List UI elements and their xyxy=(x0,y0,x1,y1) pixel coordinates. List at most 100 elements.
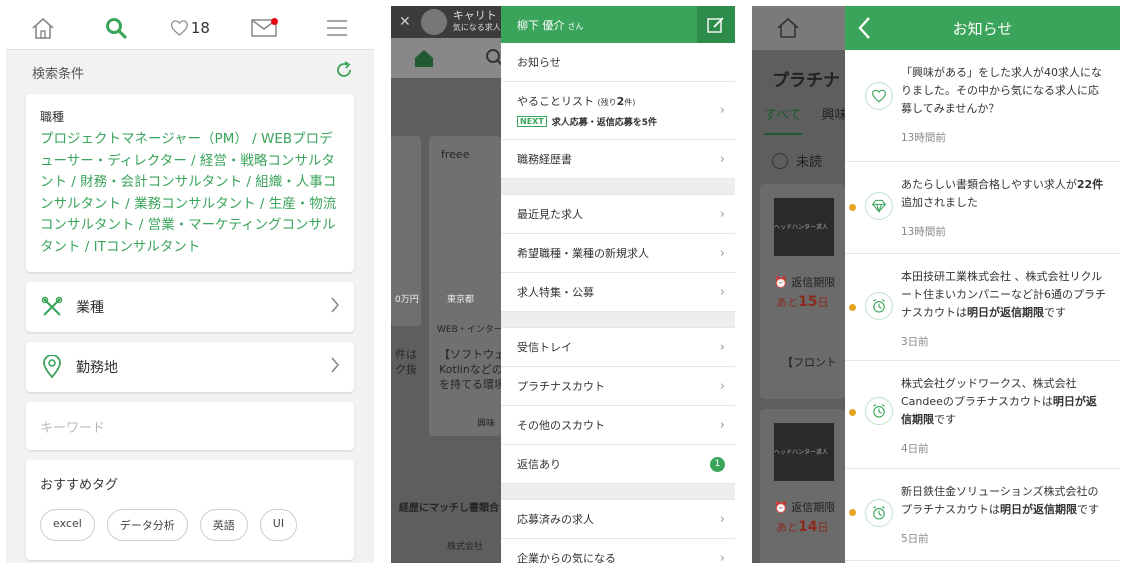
menu-icon[interactable] xyxy=(317,13,357,43)
menu-label: 職務経歴書 xyxy=(517,153,572,166)
bg-deadline-days: あと14日 xyxy=(776,519,845,535)
search-conditions-screen: 18 検索条件 職種 プロジェクトマネージャー（PM） / WEBプロデューサー… xyxy=(6,6,374,563)
tag-chip[interactable]: 英語 xyxy=(199,509,248,541)
notice-text-part: です xyxy=(934,413,956,426)
deadline-prefix: あと xyxy=(776,296,798,309)
heart-icon xyxy=(865,82,893,110)
bg-thumb-label: ヘッドハンター求人 xyxy=(774,449,829,456)
menu-item-features[interactable]: 求人特集・公募 › xyxy=(501,273,735,312)
menu-item-replied[interactable]: 返信あり 1 xyxy=(501,445,735,484)
top-nav-bar: 18 xyxy=(6,6,374,50)
todo-remaining-prefix: (残り xyxy=(597,98,617,107)
chevron-right-icon: › xyxy=(719,245,725,261)
close-icon[interactable]: ✕ xyxy=(399,14,411,30)
back-icon[interactable] xyxy=(857,16,871,44)
bg-unread-filter: 未読 xyxy=(772,151,822,170)
job-type-value: プロジェクトマネージャー（PM） / WEBプロデューサー・ディレクター / 経… xyxy=(40,131,337,255)
chevron-right-icon: › xyxy=(719,284,725,300)
alarm-icon xyxy=(865,397,893,425)
notice-text: 新日鉄住金ソリューションズ株式会社のプラチナスカウトは明日が返信期限です xyxy=(901,483,1106,519)
deadline-days: 14 xyxy=(798,519,818,535)
menu-item-todo[interactable]: やることリスト (残り2件) NEXT 求人応募・返信応募を5件 › xyxy=(501,82,735,140)
alarm-icon xyxy=(865,292,893,320)
notice-item[interactable]: 本田技研工業株式会社 、株式会社リクルート住まいカンパニーなど計6通のプラチナス… xyxy=(845,254,1120,361)
menu-label: 最近見た求人 xyxy=(517,208,583,221)
notice-text: 「興味がある」をした求人が40求人になりました。その中から気になる求人に応募して… xyxy=(901,66,1102,115)
menu-item-recent-jobs[interactable]: 最近見た求人 › xyxy=(501,195,735,234)
menu-item-resume[interactable]: 職務経歴書 › xyxy=(501,140,735,179)
favorites-count: 18 xyxy=(190,18,210,37)
menu-item-new-jobs[interactable]: 希望職種・業種の新規求人 › xyxy=(501,234,735,273)
bg-scout-card: ヘッドハンター求人 ⏰ 返信期限 あと15日 【フロント xyxy=(760,184,845,399)
search-conditions-label: 検索条件 xyxy=(32,66,85,82)
industry-label: 業種 xyxy=(76,300,104,316)
deadline-suffix: 日 xyxy=(817,521,829,534)
search-icon[interactable] xyxy=(96,13,136,43)
bg-app-name: キャリト xyxy=(452,9,497,22)
bg-tile-salary: 0万円 xyxy=(395,295,419,305)
menu-item-company-interest[interactable]: 企業からの気になる › xyxy=(501,539,735,564)
bg-tab-all: すべて xyxy=(764,104,802,135)
unread-dot xyxy=(849,509,856,516)
chevron-right-icon: › xyxy=(719,151,725,167)
deadline-days: 15 xyxy=(798,294,818,310)
industry-row[interactable]: 業種 xyxy=(26,282,354,332)
chevron-right-icon xyxy=(330,297,340,317)
menu-item-platinum-scout[interactable]: プラチナスカウト › xyxy=(501,367,735,406)
bg-app-sub: 気になる求人 xyxy=(452,23,501,32)
next-badge: NEXT xyxy=(517,116,547,127)
menu-item-other-scout[interactable]: その他のスカウト › xyxy=(501,406,735,445)
search-conditions-header: 検索条件 xyxy=(6,50,374,94)
bg-tile-location: 東京都 xyxy=(447,295,475,305)
section-divider xyxy=(501,484,735,500)
home-icon xyxy=(415,50,433,67)
edit-icon[interactable] xyxy=(697,6,735,43)
notice-item[interactable]: 株式会社グッドワークス、株式会社Candeeのプラチナスカウトは明日が返信期限で… xyxy=(845,361,1120,469)
app-logo xyxy=(420,9,447,35)
menu-label: 応募済みの求人 xyxy=(517,513,594,526)
menu-item-inbox[interactable]: 受信トレイ › xyxy=(501,328,735,367)
bg-scout-card: ヘッドハンター求人 ⏰ 返信期限 あと14日 xyxy=(760,409,845,563)
menu-label: 返信あり xyxy=(517,458,561,471)
favorites-button[interactable]: 18 xyxy=(170,13,210,43)
menu-item-applied[interactable]: 応募済みの求人 › xyxy=(501,500,735,539)
tools-icon xyxy=(40,295,64,319)
notice-time: 13時間前 xyxy=(901,226,946,238)
bg-page-title: プラチナ xyxy=(772,71,840,91)
user-name: 柳下 優介 xyxy=(517,18,565,32)
replied-count-badge: 1 xyxy=(710,456,725,472)
location-row[interactable]: 勤務地 xyxy=(26,342,354,392)
menu-item-notices[interactable]: お知らせ xyxy=(501,43,735,82)
tag-chip[interactable]: UI xyxy=(259,509,298,541)
unread-dot xyxy=(849,204,856,211)
home-icon[interactable] xyxy=(23,13,63,43)
radio-icon xyxy=(772,152,788,169)
job-type-label: 職種 xyxy=(40,110,65,124)
refresh-icon[interactable] xyxy=(334,60,354,84)
job-type-card[interactable]: 職種 プロジェクトマネージャー（PM） / WEBプロデューサー・ディレクター … xyxy=(26,94,354,272)
bg-company-text: 株式会社 xyxy=(447,542,484,552)
unread-dot xyxy=(849,304,856,311)
chevron-right-icon: › xyxy=(719,550,725,564)
notice-item[interactable]: あたらしい書類合格しやすい求人が22件 追加されました 13時間前 xyxy=(845,162,1120,254)
bg-card-text: 【フロント xyxy=(782,356,837,369)
section-divider xyxy=(501,312,735,328)
notice-item[interactable]: 「興味がある」をした求人が40求人になりました。その中から気になる求人に応募して… xyxy=(845,50,1120,162)
tag-chip[interactable]: データ分析 xyxy=(106,509,188,541)
notice-text: あたらしい書類合格しやすい求人が22件 追加されました xyxy=(901,176,1106,212)
bg-tile-text: 【ソフトウェ xyxy=(439,348,505,361)
notices-screen: プラチナ すべて 興味 未読 ヘッドハンター求人 ⏰ 返信期限 あと15日 【フ… xyxy=(752,6,1120,563)
notification-dot xyxy=(270,17,278,25)
notices-panel: お知らせ 「興味がある」をした求人が40求人になりました。その中から気になる求人… xyxy=(845,6,1120,563)
notice-item[interactable]: 新日鉄住金ソリューションズ株式会社のプラチナスカウトは明日が返信期限です 5日前 xyxy=(845,469,1120,561)
notice-text: 本田技研工業株式会社 、株式会社リクルート住まいカンパニーなど計6通のプラチナス… xyxy=(901,268,1106,322)
tag-chip[interactable]: excel xyxy=(40,509,95,541)
menu-label: 求人特集・公募 xyxy=(517,286,594,299)
bg-deadline: ⏰ 返信期限 xyxy=(774,501,836,514)
chevron-right-icon xyxy=(330,357,340,377)
notice-text-part: 株式会社グッドワークス、株式会社Candeeのプラチナスカウトは xyxy=(901,377,1077,408)
mail-button[interactable] xyxy=(244,13,284,43)
notice-text-emphasis: 22件 xyxy=(1076,178,1104,191)
alarm-icon xyxy=(865,499,893,527)
keyword-input[interactable]: キーワード xyxy=(26,402,354,450)
